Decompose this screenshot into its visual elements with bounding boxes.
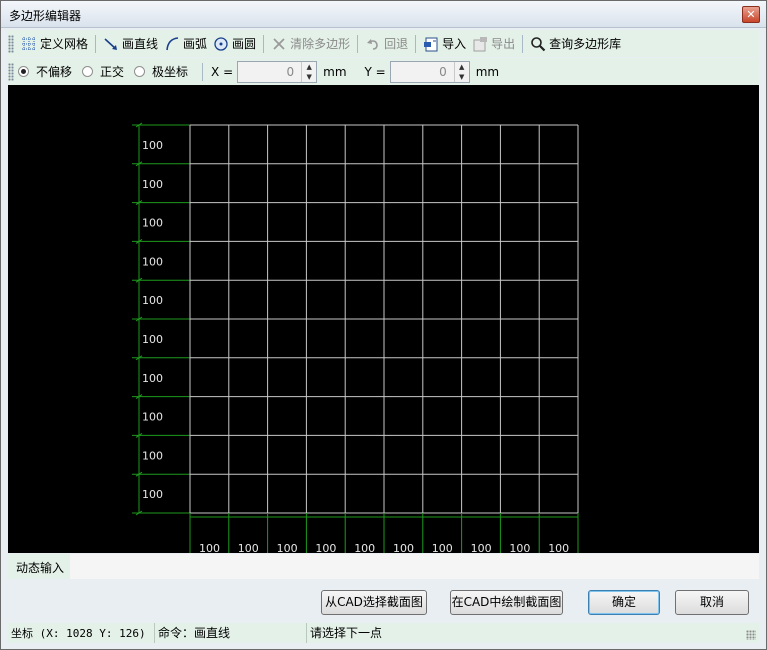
- draw-line-button[interactable]: 画直线: [100, 33, 161, 55]
- row-dimension-label: 100: [142, 449, 163, 462]
- col-dimension-label: 100: [354, 542, 375, 553]
- radio-indicator: [134, 66, 146, 77]
- toolbar-separator: [357, 34, 359, 53]
- col-dimension-label: 100: [393, 542, 414, 553]
- status-coordinates: 坐标 (X: 1028 Y: 126): [8, 623, 155, 643]
- x-label: X =: [211, 64, 234, 79]
- toolbar-separator: [95, 34, 97, 53]
- grid-icon: [21, 36, 37, 52]
- col-dimension-label: 100: [315, 542, 336, 553]
- main-toolbar: 定义网格 画直线 画弧 画圆 清除多边形 回退 导入 导出 查询多边形库: [8, 30, 759, 57]
- import-button[interactable]: 导入: [420, 33, 469, 55]
- arc-icon: [164, 36, 180, 52]
- col-dimension-label: 100: [238, 542, 259, 553]
- col-dimension-label: 100: [199, 542, 220, 553]
- dynamic-input-bar: 动态输入: [8, 554, 759, 579]
- draw-arc-button[interactable]: 画弧: [161, 33, 210, 55]
- define-grid-button[interactable]: 定义网格: [18, 33, 91, 55]
- y-coordinate-input[interactable]: 0 ▲ ▼: [389, 60, 470, 83]
- row-dimension-label: 100: [142, 178, 163, 191]
- export-icon: [472, 36, 488, 52]
- radio-no-offset[interactable]: 不偏移: [18, 63, 72, 80]
- y-unit: mm: [475, 64, 500, 79]
- col-dimension-label: 100: [277, 542, 298, 553]
- radio-orthogonal[interactable]: 正交: [82, 63, 124, 80]
- row-dimension-label: 100: [142, 294, 163, 307]
- radio-indicator: [18, 66, 29, 77]
- draw-line-label: 画直线: [122, 37, 159, 51]
- grid-svg: 100 100 100 100 100 100 100 100 100 100 100 100 100 1…: [132, 122, 579, 553]
- polygon-editor-window: 多边形编辑器 ✕ 定义网格 画直线 画弧 画圆 清除多边形 回退 导入 导出 查…: [0, 0, 767, 650]
- y-spin-arrows[interactable]: ▲ ▼: [453, 61, 469, 82]
- clear-polygon-button[interactable]: 清除多边形: [268, 33, 353, 55]
- x-value: 0: [286, 64, 295, 79]
- toolbar-separator: [522, 34, 524, 53]
- undo-button[interactable]: 回退: [362, 33, 411, 55]
- toolbar-grip[interactable]: [8, 34, 14, 53]
- import-label: 导入: [442, 37, 467, 51]
- status-bar: 坐标 (X: 1028 Y: 126) 命令：画直线 请选择下一点: [8, 623, 759, 643]
- x-spin-arrows[interactable]: ▲ ▼: [301, 61, 316, 82]
- title-bar[interactable]: 多边形编辑器 ✕: [1, 1, 766, 28]
- ok-button[interactable]: 确定: [588, 590, 660, 615]
- query-polygon-library-button[interactable]: 查询多边形库: [527, 33, 624, 55]
- window-title: 多边形编辑器: [9, 9, 82, 23]
- toolbar-separator: [263, 34, 265, 53]
- coords-text: 坐标 (X: 1028 Y: 126): [11, 627, 146, 640]
- row-dimension-label: 100: [142, 217, 163, 230]
- export-label: 导出: [491, 37, 516, 51]
- toolbar-separator: [415, 34, 417, 53]
- status-prompt: 请选择下一点: [310, 626, 383, 640]
- undo-icon: [365, 36, 381, 52]
- col-dimension-label: 100: [432, 542, 453, 553]
- drawing-canvas[interactable]: 100 100 100 100 100 100 100 100 100 100 100 100 100 1…: [8, 85, 759, 553]
- draw-arc-label: 画弧: [183, 37, 208, 51]
- line-icon: [103, 36, 119, 52]
- status-command: 命令：画直线: [155, 623, 307, 643]
- draw-circle-label: 画圆: [232, 37, 257, 51]
- row-dimension-label: 100: [142, 333, 163, 346]
- radio-no-offset-label: 不偏移: [36, 65, 73, 79]
- toolbar-separator: [202, 62, 204, 81]
- search-icon: [530, 36, 546, 52]
- radio-polar[interactable]: 极坐标: [134, 63, 188, 80]
- draw-circle-button[interactable]: 画圆: [210, 33, 259, 55]
- resize-grip-icon[interactable]: [746, 630, 756, 640]
- dynamic-input-tab[interactable]: 动态输入: [8, 554, 70, 579]
- export-button[interactable]: 导出: [469, 33, 518, 55]
- cancel-button[interactable]: 取消: [675, 590, 749, 615]
- toolbar-grip[interactable]: [8, 62, 14, 81]
- clear-x-icon: [271, 36, 287, 52]
- radio-orthogonal-label: 正交: [100, 65, 125, 79]
- draw-in-cad-button[interactable]: 在CAD中绘制截面图: [450, 590, 563, 615]
- col-dimension-label: 100: [548, 542, 569, 553]
- input-toolbar: 不偏移 正交 极坐标 X = 0 ▲ ▼ mm Y = 0 ▲ ▼ mm: [8, 58, 759, 85]
- circle-icon: [213, 36, 229, 52]
- row-dimension-label: 100: [142, 488, 163, 501]
- define-grid-label: 定义网格: [40, 37, 89, 51]
- undo-label: 回退: [384, 37, 409, 51]
- col-dimension-label: 100: [471, 542, 492, 553]
- row-dimension-label: 100: [142, 139, 163, 152]
- import-icon: [423, 36, 439, 52]
- query-library-label: 查询多边形库: [549, 37, 622, 51]
- select-from-cad-button[interactable]: 从CAD选择截面图: [321, 590, 427, 615]
- clear-polygon-label: 清除多边形: [290, 37, 351, 51]
- x-unit: mm: [323, 64, 347, 79]
- row-dimension-label: 100: [142, 411, 163, 424]
- x-coordinate-input[interactable]: 0 ▲ ▼: [237, 60, 318, 83]
- radio-polar-label: 极坐标: [152, 65, 189, 79]
- close-button[interactable]: ✕: [742, 6, 760, 23]
- y-label: Y =: [364, 64, 386, 79]
- row-dimension-label: 100: [142, 255, 163, 268]
- col-dimension-label: 100: [509, 542, 530, 553]
- radio-indicator: [82, 66, 94, 77]
- row-dimension-label: 100: [142, 372, 163, 385]
- y-value: 0: [439, 64, 447, 79]
